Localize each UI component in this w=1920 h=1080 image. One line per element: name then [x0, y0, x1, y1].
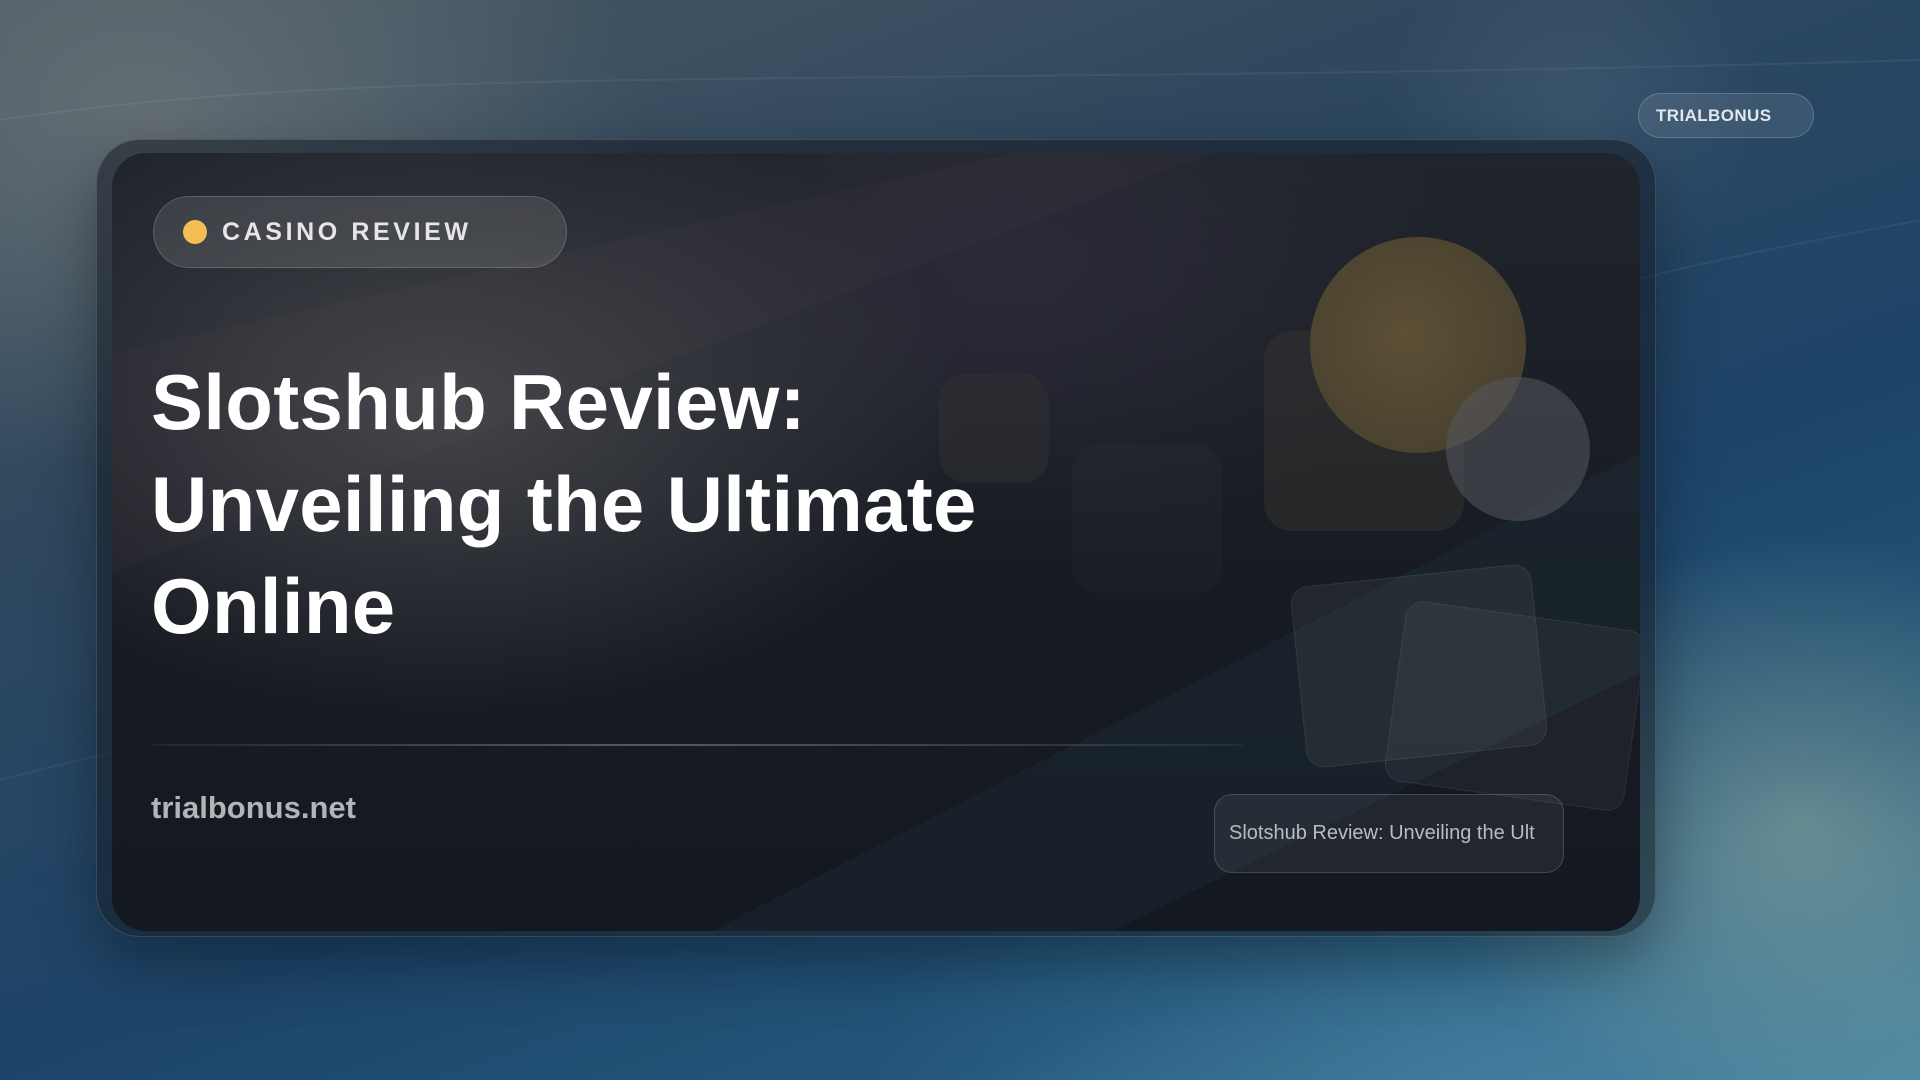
title-line: Online: [151, 562, 396, 650]
category-badge: CASINO REVIEW: [153, 196, 567, 268]
title-line: Slotshub Review:: [151, 358, 806, 446]
category-label: CASINO REVIEW: [222, 217, 472, 246]
divider: [152, 744, 1242, 746]
title-line: Unveiling the Ultimate: [151, 460, 977, 548]
caption-text: Slotshub Review: Unveiling the Ult: [1229, 822, 1535, 844]
caption-box: Slotshub Review: Unveiling the Ult: [1214, 794, 1564, 873]
review-card: CASINO REVIEW Slotshub Review: Unveiling…: [112, 153, 1640, 931]
decorative-card-shape: [1382, 599, 1640, 813]
page: { "brand_badge": { "label": "TRIALBONUS"…: [0, 0, 1920, 1080]
decorative-grey-circle: [1446, 377, 1590, 521]
brand-badge: TRIALBONUS: [1638, 93, 1814, 138]
status-dot-icon: [183, 220, 207, 244]
site-domain: trialbonus.net: [151, 790, 356, 825]
page-title: Slotshub Review: Unveiling the Ultimate …: [151, 351, 1151, 657]
